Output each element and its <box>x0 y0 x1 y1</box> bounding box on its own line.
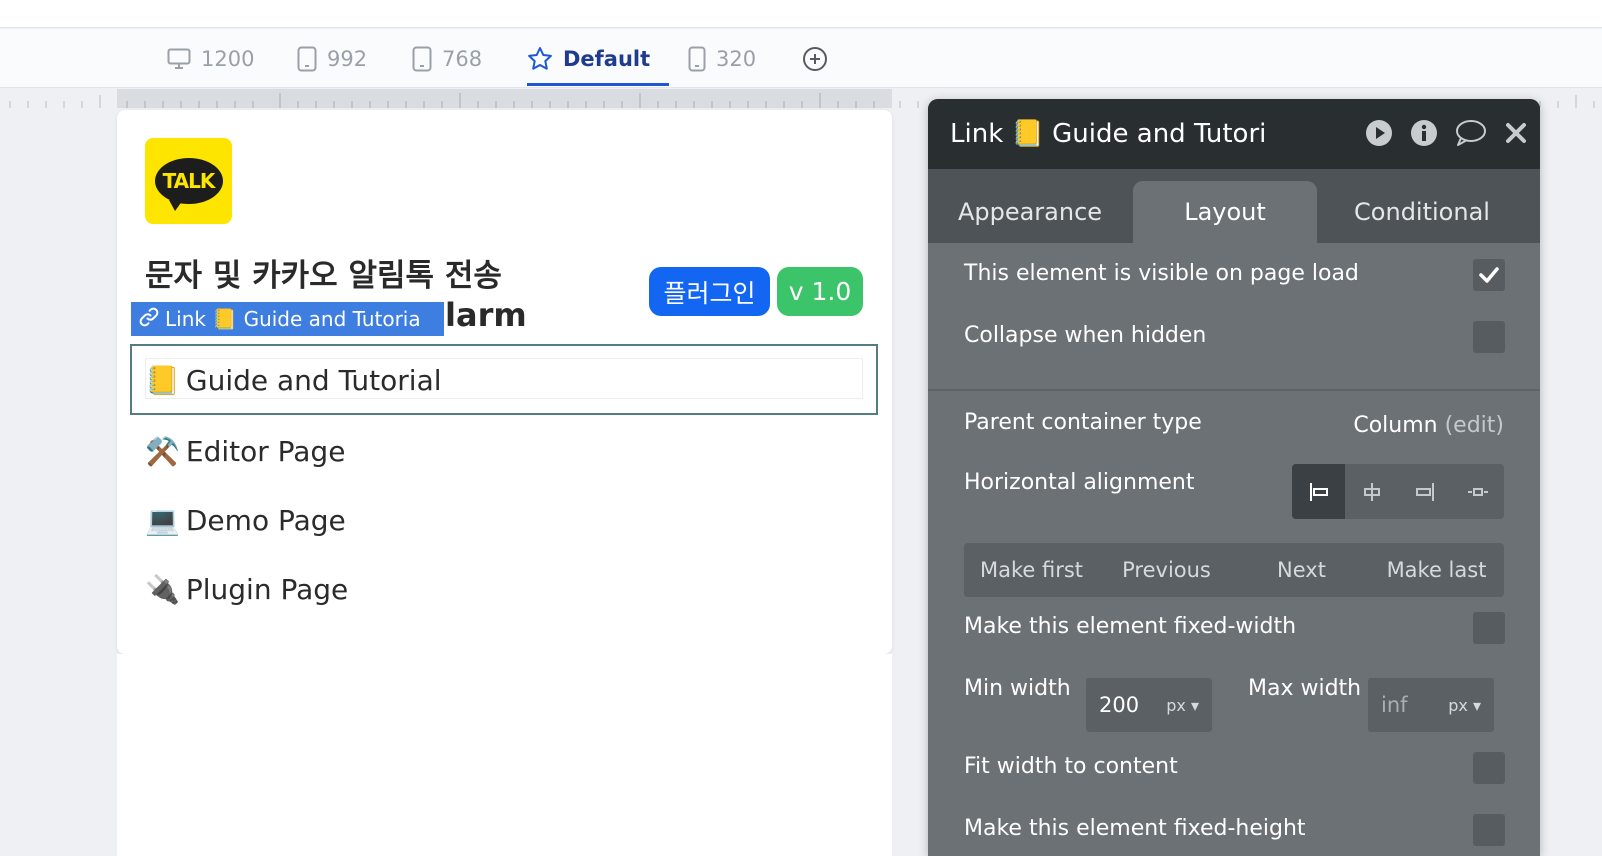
collapse-hidden-label: Collapse when hidden <box>964 323 1207 348</box>
desktop-icon <box>167 48 191 70</box>
top-bar <box>0 0 1602 28</box>
tablet-icon <box>297 46 317 72</box>
comment-icon[interactable] <box>1455 119 1487 154</box>
info-icon[interactable] <box>1410 119 1438 154</box>
nav-link-guide[interactable]: 📒 Guide and Tutorial <box>145 364 442 397</box>
plugin-badge[interactable]: 플러그인 <box>649 267 770 316</box>
play-icon[interactable] <box>1365 119 1393 154</box>
active-breakpoint-indicator <box>527 83 669 86</box>
panel-tabs: Appearance Layout Conditional <box>928 169 1540 243</box>
plus-circle-icon <box>802 46 828 72</box>
nav-link-editor[interactable]: ⚒️ Editor Page <box>145 435 345 468</box>
nav-link-label: Demo Page <box>185 504 346 537</box>
previous-button[interactable]: Previous <box>1099 558 1234 582</box>
parent-container-type-value[interactable]: Column (edit) <box>1353 413 1504 438</box>
tools-icon: ⚒️ <box>145 435 180 468</box>
fit-width-label: Fit width to content <box>964 754 1178 779</box>
breakpoint-label: 992 <box>327 46 368 71</box>
nav-link-label: Guide and Tutorial <box>185 364 442 397</box>
laptop-icon: 💻 <box>145 504 180 537</box>
max-width-label: Max width <box>1248 676 1362 701</box>
fit-width-checkbox[interactable] <box>1473 752 1505 784</box>
horizontal-alignment-group <box>1292 464 1504 519</box>
nav-link-plugin[interactable]: 🔌 Plugin Page <box>145 573 348 606</box>
min-width-input[interactable]: 200 px ▾ <box>1086 678 1212 732</box>
section-divider <box>928 389 1540 391</box>
fixed-height-checkbox[interactable] <box>1473 814 1505 846</box>
align-center-button[interactable] <box>1345 464 1398 519</box>
page-title-line1[interactable]: 문자 및 카카오 알림톡 전송 <box>145 250 502 295</box>
align-left-button[interactable] <box>1292 464 1345 519</box>
fixed-height-label: Make this element fixed-height <box>964 816 1306 841</box>
tab-appearance[interactable]: Appearance <box>928 181 1132 243</box>
element-order-bar: Make first Previous Next Make last <box>964 543 1504 597</box>
panel-header[interactable]: Link 📒 Guide and Tutori <box>928 99 1540 169</box>
visible-on-load-label: This element is visible on page load <box>964 261 1359 286</box>
parent-container-type-label: Parent container type <box>964 410 1202 435</box>
breakpoint-768[interactable]: 768 <box>412 29 482 88</box>
breakpoint-320[interactable]: 320 <box>688 29 756 88</box>
next-button[interactable]: Next <box>1234 558 1369 582</box>
kakao-talk-logo: TALK <box>145 138 232 224</box>
link-icon <box>139 307 159 332</box>
collapse-hidden-checkbox[interactable] <box>1473 321 1505 353</box>
selected-element-name: Link 📒 Guide and Tutoria <box>165 307 421 331</box>
phone-icon <box>688 46 706 72</box>
add-breakpoint-button[interactable] <box>802 29 828 88</box>
max-width-placeholder: inf <box>1381 693 1408 717</box>
property-editor-panel[interactable]: Link 📒 Guide and Tutori Appearance Layou… <box>928 99 1540 856</box>
make-first-button[interactable]: Make first <box>964 558 1099 582</box>
horizontal-alignment-label: Horizontal alignment <box>964 470 1195 495</box>
panel-title: Link 📒 Guide and Tutori <box>950 119 1267 149</box>
breakpoint-label: 768 <box>442 46 483 71</box>
parent-container-type-name: Column <box>1353 413 1438 438</box>
breakpoint-label: 1200 <box>201 46 255 71</box>
page-title-line2[interactable]: larm <box>445 296 527 334</box>
version-badge[interactable]: v 1.0 <box>777 267 863 316</box>
tablet-icon <box>412 46 432 72</box>
notebook-icon: 📒 <box>145 364 180 397</box>
panel-header-actions <box>1365 119 1528 154</box>
make-last-button[interactable]: Make last <box>1369 558 1504 582</box>
breakpoint-default[interactable]: Default <box>527 29 650 88</box>
plug-icon: 🔌 <box>145 573 180 606</box>
breakpoint-bar: 1200 992 768 Default 320 <box>0 29 1602 88</box>
max-width-unit-select[interactable]: px ▾ <box>1448 696 1481 715</box>
min-width-label: Min width <box>964 676 1071 701</box>
min-width-unit-select[interactable]: px ▾ <box>1166 696 1199 715</box>
breakpoint-label: 320 <box>716 46 757 71</box>
nav-link-label: Editor Page <box>185 435 346 468</box>
selected-element-label: Link 📒 Guide and Tutoria <box>131 302 444 336</box>
align-justify-button[interactable] <box>1451 464 1504 519</box>
nav-link-demo[interactable]: 💻 Demo Page <box>145 504 346 537</box>
logo-text: TALK <box>154 158 223 211</box>
tab-conditional[interactable]: Conditional <box>1320 181 1524 243</box>
ruler-active-range <box>117 89 892 108</box>
fixed-width-checkbox[interactable] <box>1473 612 1505 644</box>
breakpoint-992[interactable]: 992 <box>297 29 367 88</box>
nav-link-label: Plugin Page <box>185 573 349 606</box>
page-canvas-below <box>117 654 892 856</box>
min-width-value: 200 <box>1099 693 1140 717</box>
align-right-button[interactable] <box>1398 464 1451 519</box>
visible-on-load-checkbox[interactable] <box>1473 259 1505 291</box>
fixed-width-label: Make this element fixed-width <box>964 614 1297 639</box>
parent-container-edit-link[interactable]: (edit) <box>1445 413 1504 438</box>
star-icon <box>527 46 553 72</box>
breakpoint-label: Default <box>563 46 651 71</box>
breakpoint-1200[interactable]: 1200 <box>167 29 254 88</box>
max-width-input[interactable]: inf px ▾ <box>1368 678 1494 732</box>
close-icon[interactable] <box>1504 121 1528 152</box>
tab-layout[interactable]: Layout <box>1133 181 1317 243</box>
